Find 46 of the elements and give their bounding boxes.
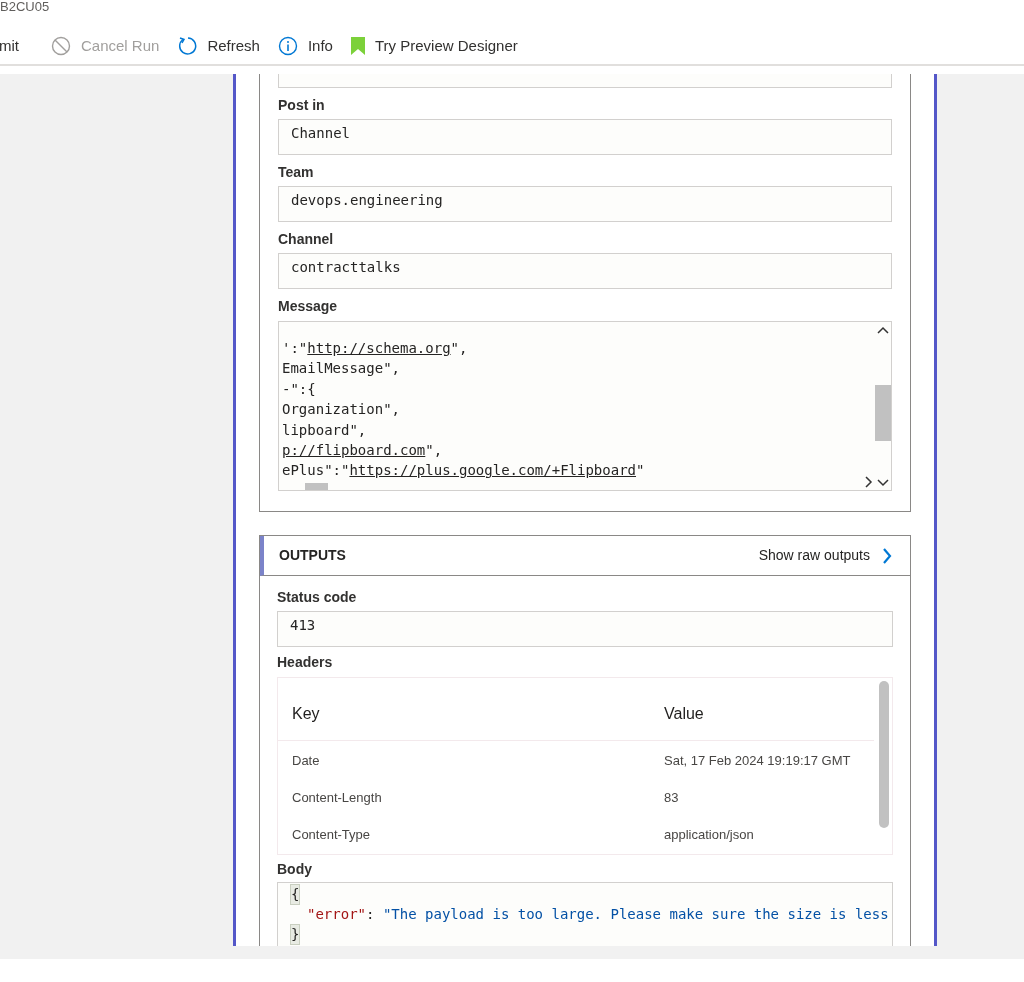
toolbar-button[interactable]: Try Preview Designer	[350, 34, 518, 58]
field-label: Post in	[278, 96, 326, 114]
raw-outputs-link[interactable]: Show raw outputs	[758, 545, 892, 566]
scrollbar-thumb[interactable]	[305, 483, 328, 490]
window-title: B2CU05	[0, 0, 50, 14]
field-label: Team	[278, 163, 315, 181]
table-cell-text: Date	[292, 751, 321, 770]
code-line: -":{	[282, 379, 316, 399]
table-cell-text: Sat, 17 Feb 2024 19:19:17 GMT	[664, 751, 851, 770]
column-header: Value	[664, 704, 704, 724]
field-label: Channel	[278, 230, 335, 248]
table-cell-text: Content-Type	[292, 825, 372, 844]
input-field: devops.engineering	[278, 186, 892, 222]
toolbar-button[interactable]: Refresh	[177, 34, 260, 58]
section-title: OUTPUTS	[279, 546, 346, 565]
code-line: EmailMessage",	[282, 359, 400, 379]
field-label: Message	[278, 297, 339, 315]
info-icon	[277, 36, 298, 56]
input-field: Channel	[278, 119, 892, 155]
table-cell-text: 83	[664, 788, 679, 807]
scrollbar-thumb[interactable]	[879, 681, 889, 828]
toolbar-button[interactable]: Info	[277, 34, 333, 58]
field-label: Status code	[277, 588, 358, 606]
chevron-right-icon[interactable]	[865, 476, 873, 488]
column-header: Key	[292, 704, 321, 724]
code-line: p://flipboard.com",	[282, 441, 443, 461]
code-line: Organization",	[282, 400, 400, 420]
chevron-up-icon[interactable]	[877, 326, 889, 334]
code-line: ePlus":"https://plus.google.com/+Flipboard"	[282, 461, 645, 481]
refresh-icon	[177, 36, 198, 56]
cancel-icon	[51, 36, 71, 56]
chevron-right-icon	[882, 547, 892, 564]
field-label: Body	[277, 860, 313, 878]
message-editor[interactable]: ':"http://schema.org", EmailMessage", -":{ Organization", lipboard", p://flipboard.com", ePlus":"https://plus.google.com/+Flipboard"	[278, 321, 892, 491]
bookmark-icon	[350, 37, 365, 55]
scrollbar-thumb[interactable]	[875, 385, 891, 441]
chevron-down-icon[interactable]	[877, 479, 889, 487]
toolbar-button[interactable]: mit	[0, 34, 19, 58]
field-label: Headers	[277, 653, 334, 671]
table-cell-text: Content-Length	[292, 788, 383, 807]
table-cell-text: application/json	[664, 825, 754, 844]
input-field: 413	[277, 611, 893, 647]
input-field: contracttalks	[278, 253, 892, 289]
code-line: lipboard",	[282, 420, 367, 440]
code-line: ':"http://schema.org",	[282, 339, 468, 358]
code-line: "error": "The payload is too large. Please make sure the size is less	[306, 905, 889, 924]
